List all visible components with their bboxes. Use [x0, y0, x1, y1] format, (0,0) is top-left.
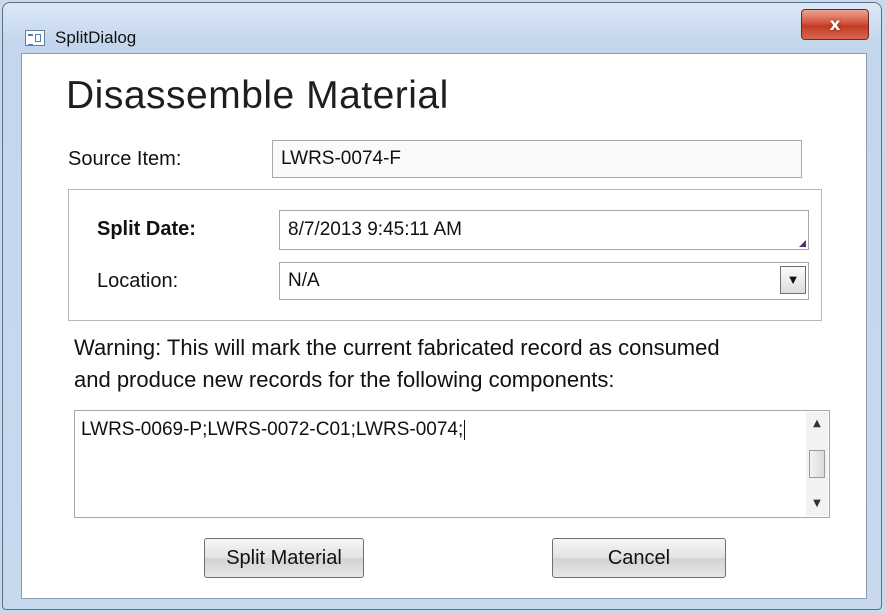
window-title: SplitDialog [55, 28, 137, 47]
warning-line-1: Warning: This will mark the current fabr… [74, 335, 720, 360]
cancel-button[interactable]: Cancel [552, 538, 726, 578]
warning-message: Warning: This will mark the current fabr… [74, 332, 854, 396]
date-picker-corner-icon [799, 240, 806, 247]
title-bar[interactable]: SplitDialog [3, 3, 881, 47]
split-date-label: Split Date: [97, 218, 196, 240]
components-value: LWRS-0069-P;LWRS-0072-C01;LWRS-0074; [81, 419, 464, 440]
location-value: N/A [288, 270, 320, 291]
components-text: LWRS-0069-P;LWRS-0072-C01;LWRS-0074; [81, 419, 466, 441]
warning-line-2: and produce new records for the followin… [74, 367, 615, 392]
dialog-body: Disassemble Material Source Item: LWRS-0… [21, 53, 867, 599]
split-details-group: Split Date: 8/7/2013 9:45:11 AM Location… [68, 189, 822, 321]
location-label: Location: [97, 270, 179, 292]
split-material-button[interactable]: Split Material [204, 538, 364, 578]
location-select[interactable]: N/A ▼ [279, 262, 809, 300]
text-cursor [464, 419, 466, 440]
split-date-field[interactable]: 8/7/2013 9:45:11 AM [279, 210, 809, 250]
scroll-up-arrow-icon[interactable]: ▲ [806, 414, 828, 434]
components-textarea[interactable]: LWRS-0069-P;LWRS-0072-C01;LWRS-0074; ▲ ▼ [74, 410, 830, 518]
split-date-value: 8/7/2013 9:45:11 AM [288, 219, 462, 240]
page-title: Disassemble Material [66, 74, 449, 117]
scroll-thumb[interactable] [809, 450, 825, 478]
source-item-label: Source Item: [68, 148, 182, 170]
form-icon [25, 30, 45, 46]
source-item-field: LWRS-0074-F [272, 140, 802, 178]
close-button[interactable]: x [801, 9, 869, 40]
split-dialog-window: SplitDialog x Disassemble Material Sourc… [2, 2, 882, 610]
vertical-scrollbar[interactable]: ▲ ▼ [806, 412, 828, 516]
chevron-down-icon[interactable]: ▼ [780, 266, 806, 294]
scroll-down-arrow-icon[interactable]: ▼ [806, 494, 828, 514]
